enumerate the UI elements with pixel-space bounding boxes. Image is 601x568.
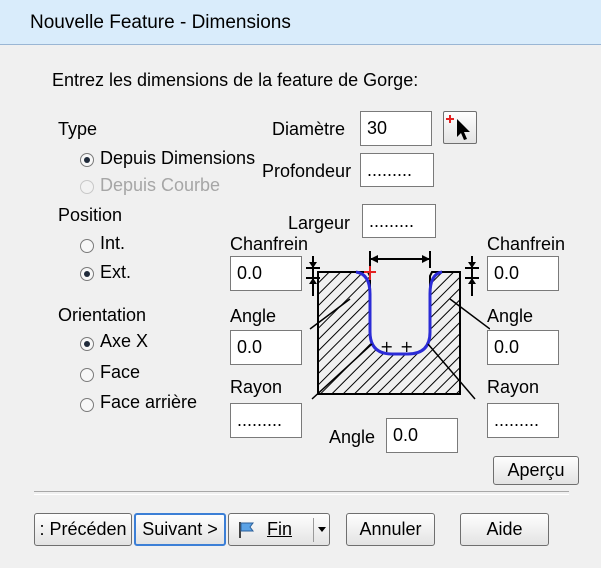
angle-left-label: Angle — [230, 306, 277, 326]
type-depuis-dimensions-radio[interactable] — [80, 153, 94, 167]
position-int-label: Int. — [100, 233, 126, 253]
profondeur-label: Profondeur — [262, 161, 352, 181]
chevron-down-icon[interactable] — [317, 526, 327, 534]
angle-bottom-input[interactable]: 0.0 — [386, 418, 458, 453]
angle-bottom-label: Angle — [329, 427, 376, 447]
orientation-face-radio[interactable] — [80, 368, 94, 382]
cursor-pick-icon — [446, 115, 470, 140]
rayon-right-input[interactable]: ......... — [487, 403, 559, 438]
rayon-left-label: Rayon — [230, 377, 283, 397]
largeur-input[interactable]: ......... — [362, 204, 436, 238]
svg-text:+: + — [380, 337, 393, 356]
pick-diameter-button[interactable] — [443, 111, 477, 144]
groove-section — [317, 271, 461, 395]
angle-right-label: Angle — [487, 306, 534, 326]
orientation-face-label: Face — [100, 362, 141, 382]
type-depuis-courbe-label: Depuis Courbe — [100, 175, 221, 195]
chanfrein-left-label: Chanfrein — [230, 234, 309, 254]
apercu-button[interactable]: Aperçu — [493, 456, 579, 485]
orientation-axe-x-label: Axe X — [100, 331, 149, 351]
split-divider — [313, 518, 314, 542]
orientation-axe-x-radio[interactable] — [80, 337, 94, 351]
position-label: Position — [58, 205, 123, 225]
precedent-button[interactable]: : Précéden — [34, 513, 132, 546]
type-depuis-courbe-radio[interactable] — [80, 180, 94, 194]
position-ext-radio[interactable] — [80, 267, 94, 281]
window-title: Nouvelle Feature - Dimensions — [30, 12, 291, 33]
fin-split-button[interactable]: Fin — [228, 513, 330, 546]
type-label: Type — [58, 119, 98, 139]
orientation-label: Orientation — [58, 305, 147, 325]
flag-icon — [239, 521, 254, 538]
largeur-label: Largeur — [288, 213, 351, 233]
suivant-button[interactable]: Suivant > — [134, 513, 226, 546]
profondeur-input[interactable]: ......... — [360, 153, 434, 187]
diametre-input[interactable]: 30 — [360, 111, 432, 146]
groove-diagram: + + — [306, 251, 490, 400]
annuler-button[interactable]: Annuler — [346, 513, 435, 546]
position-ext-label: Ext. — [100, 262, 132, 282]
position-int-radio[interactable] — [80, 239, 94, 253]
chanfrein-right-label: Chanfrein — [487, 234, 566, 254]
rayon-left-input[interactable]: ......... — [230, 403, 302, 438]
angle-left-input[interactable]: 0.0 — [230, 330, 302, 365]
angle-right-input[interactable]: 0.0 — [487, 330, 559, 365]
type-depuis-dimensions-label: Depuis Dimensions — [100, 148, 256, 168]
svg-text:+: + — [400, 337, 413, 356]
chanfrein-left-input[interactable]: 0.0 — [230, 256, 302, 291]
aide-button[interactable]: Aide — [460, 513, 549, 546]
intro-text: Entrez les dimensions de la feature de G… — [52, 70, 419, 90]
diametre-label: Diamètre — [272, 119, 346, 139]
orientation-face-arriere-label: Face arrière — [100, 392, 198, 412]
dialog-window: Nouvelle Feature - Dimensions Entrez les… — [0, 0, 601, 568]
footer-separator — [34, 491, 569, 495]
chanfrein-right-input[interactable]: 0.0 — [487, 256, 559, 291]
fin-label: Fin — [267, 519, 293, 539]
rayon-right-label: Rayon — [487, 377, 540, 397]
title-bar: Nouvelle Feature - Dimensions — [0, 0, 601, 45]
orientation-face-arriere-radio[interactable] — [80, 398, 94, 412]
